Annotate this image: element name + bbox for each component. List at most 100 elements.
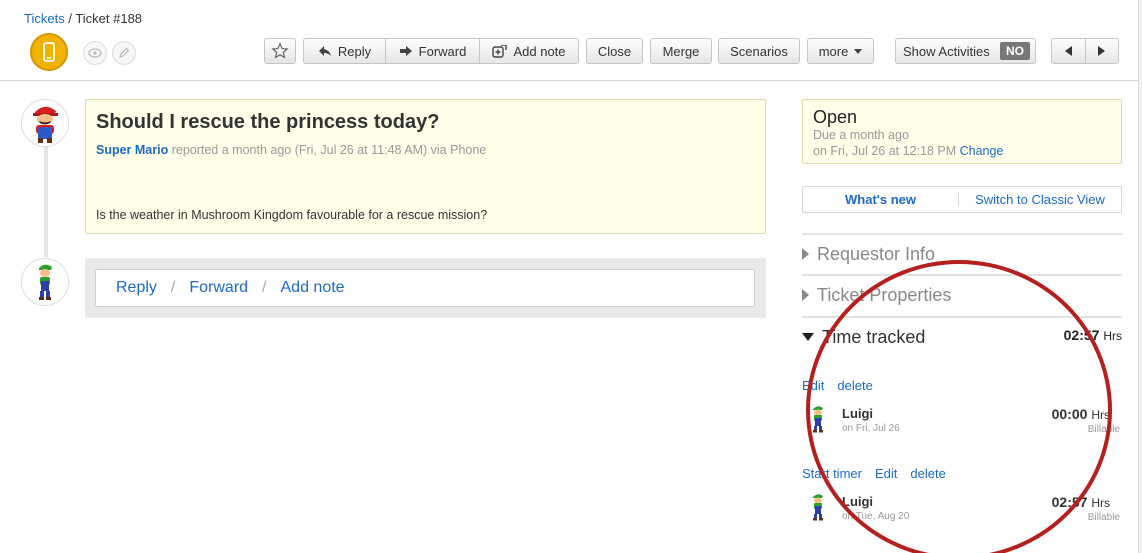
duration-value: 00:00 bbox=[1051, 406, 1088, 422]
ticket-meta-text: reported a month ago (Fri, Jul 26 at 11:… bbox=[168, 143, 487, 157]
ticket-pager bbox=[1051, 38, 1119, 64]
billable-label: Billable bbox=[1087, 424, 1120, 435]
scenarios-button[interactable]: Scenarios bbox=[718, 38, 800, 64]
ticket-description-card: Should I rescue the princess today? Supe… bbox=[85, 99, 766, 234]
breadcrumb-separator: / bbox=[64, 11, 76, 26]
ticket-header: Tickets / Ticket #188 Reply Forward Add … bbox=[0, 0, 1142, 81]
luigi-avatar-icon bbox=[813, 494, 823, 521]
merge-button[interactable]: Merge bbox=[650, 38, 712, 64]
phone-source-icon bbox=[30, 33, 68, 71]
reply-button[interactable]: Reply bbox=[304, 39, 386, 63]
delete-time-entry-link[interactable]: delete bbox=[910, 466, 945, 481]
more-button[interactable]: more bbox=[807, 38, 874, 64]
show-activities-state: NO bbox=[1000, 42, 1030, 60]
breadcrumb-tickets-link[interactable]: Tickets bbox=[24, 11, 65, 26]
delete-time-entry-link[interactable]: delete bbox=[837, 378, 872, 393]
time-entry-date: on Fri, Jul 26 bbox=[842, 423, 900, 434]
edit-time-entry-link[interactable]: Edit bbox=[875, 466, 897, 481]
ticket-properties-section[interactable]: Ticket Properties bbox=[802, 274, 1122, 314]
more-button-label: more bbox=[818, 43, 849, 59]
ticket-due-date: on Fri, Jul 26 at 12:18 PM Change bbox=[813, 144, 1003, 158]
breadcrumb: Tickets / Ticket #188 bbox=[24, 11, 142, 26]
luigi-avatar-icon bbox=[813, 406, 823, 433]
ticket-status-card: Open Due a month ago on Fri, Jul 26 at 1… bbox=[802, 99, 1122, 164]
duration-unit: Hrs bbox=[1091, 496, 1110, 510]
reply-box: Reply / Forward / Add note bbox=[95, 269, 755, 307]
ticket-due: Due a month ago bbox=[813, 128, 909, 142]
luigi-avatar-icon bbox=[39, 264, 52, 300]
forward-button-label: Forward bbox=[418, 43, 467, 59]
reply-arrow-icon bbox=[318, 46, 331, 56]
time-total-unit: Hrs bbox=[1103, 329, 1122, 343]
chevron-right-icon bbox=[1098, 46, 1106, 56]
time-entry-duration: 02:57 Hrs bbox=[1052, 494, 1110, 510]
time-entry-agent: Luigi bbox=[842, 406, 874, 421]
time-tracked-total: 02:57 Hrs bbox=[1064, 327, 1122, 343]
requestor-info-label: Requestor Info bbox=[817, 243, 936, 264]
add-note-button-label: Add note bbox=[513, 43, 566, 59]
duration-value: 02:57 bbox=[1051, 494, 1088, 510]
ticket-status: Open bbox=[813, 107, 858, 127]
mario-avatar-icon bbox=[28, 106, 62, 143]
add-note-button[interactable]: Add note bbox=[480, 39, 578, 63]
reply-separator: / bbox=[170, 279, 176, 296]
requestor-info-section[interactable]: Requestor Info bbox=[802, 233, 1122, 273]
previous-ticket-button[interactable] bbox=[1052, 39, 1086, 63]
time-entry-duration: 00:00 Hrs bbox=[1052, 406, 1110, 422]
due-date-text: on Fri, Jul 26 at 12:18 PM bbox=[813, 144, 960, 158]
ticket-subject: Should I rescue the princess today? bbox=[96, 111, 440, 133]
forward-button[interactable]: Forward bbox=[386, 39, 480, 63]
close-button-label: Close bbox=[597, 43, 632, 59]
reply-box-container: Reply / Forward / Add note bbox=[85, 258, 766, 318]
view-switch: What's new Switch to Classic View bbox=[802, 186, 1122, 213]
classic-view-link[interactable]: Switch to Classic View bbox=[959, 192, 1121, 207]
show-activities-toggle[interactable]: Show Activities NO bbox=[895, 38, 1036, 64]
close-ticket-button[interactable]: Close bbox=[586, 38, 643, 64]
show-activities-label: Show Activities bbox=[903, 43, 990, 59]
star-icon bbox=[271, 42, 289, 59]
time-entry-actions: Start timer Edit delete bbox=[802, 466, 946, 481]
watch-eye-icon[interactable] bbox=[83, 41, 107, 65]
edit-time-entry-link[interactable]: Edit bbox=[802, 378, 824, 393]
time-tracked-label: Time tracked bbox=[822, 326, 926, 347]
edit-pencil-icon[interactable] bbox=[112, 41, 136, 65]
breadcrumb-current: Ticket #188 bbox=[75, 11, 143, 26]
reply-button-group: Reply Forward Add note bbox=[303, 38, 579, 64]
ticket-properties-label: Ticket Properties bbox=[817, 284, 952, 305]
requester-name-link[interactable]: Super Mario bbox=[96, 143, 168, 157]
requester-avatar bbox=[21, 99, 69, 147]
add-note-icon bbox=[492, 44, 508, 58]
whats-new-link[interactable]: What's new bbox=[803, 192, 959, 207]
reply-link[interactable]: Reply bbox=[116, 279, 157, 297]
time-entry-date: on Tue, Aug 20 bbox=[842, 511, 910, 522]
chevron-left-icon bbox=[1064, 46, 1072, 56]
billable-label: Billable bbox=[1087, 512, 1120, 523]
caret-down-icon bbox=[854, 48, 863, 54]
time-tracked-section[interactable]: Time tracked 02:57 Hrs bbox=[802, 316, 1122, 356]
forward-arrow-icon bbox=[399, 46, 412, 56]
time-entry: Luigi on Fri, Jul 26 00:00 Hrs Billable bbox=[802, 404, 1122, 444]
duration-unit: Hrs bbox=[1091, 408, 1110, 422]
next-ticket-button[interactable] bbox=[1086, 39, 1119, 63]
window-edge bbox=[1138, 0, 1142, 553]
time-total-value: 02:57 bbox=[1063, 327, 1100, 343]
agent-avatar bbox=[21, 258, 69, 306]
change-due-link[interactable]: Change bbox=[960, 144, 1004, 158]
star-button[interactable] bbox=[264, 38, 296, 64]
time-entry-actions: Edit delete bbox=[802, 378, 873, 393]
ticket-meta: Super Mario reported a month ago (Fri, J… bbox=[96, 143, 486, 157]
scenarios-button-label: Scenarios bbox=[730, 43, 788, 59]
time-entry-agent: Luigi bbox=[842, 494, 874, 509]
time-entry: Luigi on Tue, Aug 20 02:57 Hrs Billable bbox=[802, 492, 1122, 532]
reply-separator: / bbox=[262, 279, 267, 296]
merge-button-label: Merge bbox=[662, 43, 700, 59]
add-note-link[interactable]: Add note bbox=[281, 279, 345, 297]
expand-triangle-icon bbox=[802, 289, 809, 301]
ticket-body: Is the weather in Mushroom Kingdom favou… bbox=[96, 208, 488, 222]
collapse-triangle-icon bbox=[802, 333, 814, 341]
conversation-timeline bbox=[44, 145, 48, 257]
forward-link[interactable]: Forward bbox=[189, 279, 248, 297]
reply-button-label: Reply bbox=[337, 43, 372, 59]
start-timer-link[interactable]: Start timer bbox=[802, 466, 862, 481]
expand-triangle-icon bbox=[802, 248, 809, 260]
